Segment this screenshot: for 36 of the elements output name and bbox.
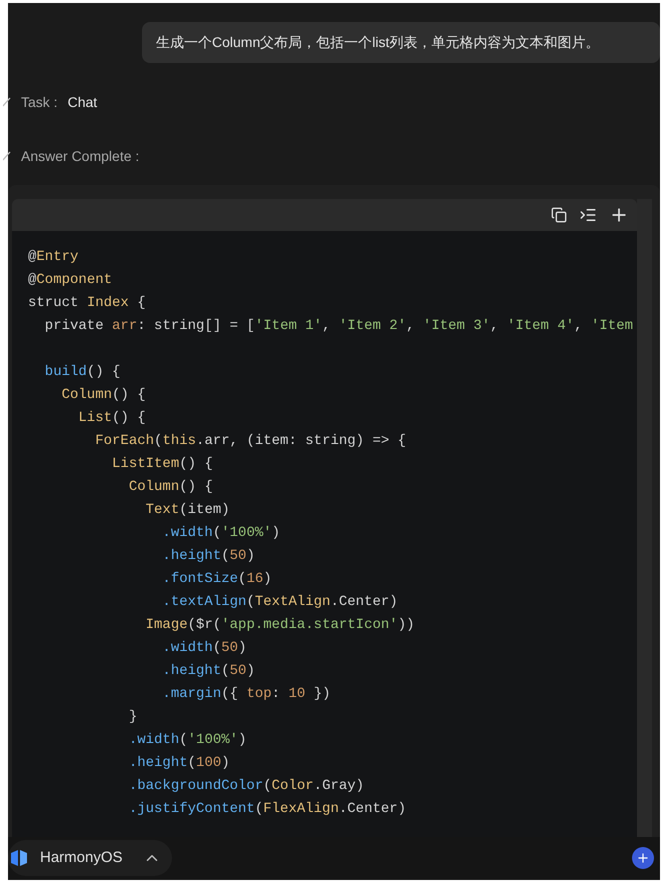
- code-line: .width('100%'): [128, 731, 246, 750]
- copy-icon[interactable]: [551, 207, 567, 223]
- code-line: private arr: string[] = ['Item 1', 'Item 2', 'Item 3', 'Item 4', 'Item: [44, 317, 633, 336]
- code-line: @Component: [28, 271, 112, 290]
- code-line: struct Index {: [28, 294, 146, 313]
- code-line: Text(item): [144, 501, 230, 520]
- code-line: .height(50): [161, 662, 255, 681]
- code-line: .justifyContent(FlexAlign.Center): [128, 800, 406, 819]
- code-line: .width(50): [161, 639, 246, 658]
- logo-icon: [10, 849, 28, 867]
- code-line: .fontSize(16): [161, 570, 272, 589]
- code-line: .height(100): [128, 754, 230, 773]
- code-line: ForEach(this.arr, (item: string) => {: [94, 432, 406, 451]
- code-line: Column() {: [128, 478, 213, 497]
- code-line: .width('100%'): [161, 524, 280, 543]
- code-line: Column() {: [60, 386, 146, 405]
- plus-icon: [636, 851, 650, 865]
- code-line: .height(50): [161, 547, 255, 566]
- workspace-selector[interactable]: HarmonyOS: [8, 840, 172, 876]
- code-line: .margin({ top: 10 }): [161, 685, 331, 704]
- code-line: @Entry: [28, 248, 78, 267]
- code-line: List() {: [77, 409, 146, 428]
- code-line: .backgroundColor(Color.Gray): [128, 777, 364, 796]
- code-line: ListItem() {: [111, 455, 213, 474]
- indent-icon[interactable]: [579, 206, 597, 224]
- status-value: Chat: [68, 92, 98, 112]
- status-label: Answer Complete :: [21, 146, 140, 166]
- new-chat-button[interactable]: [632, 847, 654, 869]
- code-line: }: [128, 708, 138, 727]
- code-line: .textAlign(TextAlign.Center): [161, 593, 398, 612]
- check-icon: [3, 151, 11, 161]
- code-line: Image($r('app.media.startIcon')): [144, 616, 414, 635]
- prompt-bubble: 生成一个Column父布局，包括一个list列表，单元格内容为文本和图片。: [142, 22, 660, 63]
- check-icon: [3, 97, 11, 107]
- code-line: build() {: [44, 363, 120, 382]
- status-label: Task :: [21, 92, 58, 112]
